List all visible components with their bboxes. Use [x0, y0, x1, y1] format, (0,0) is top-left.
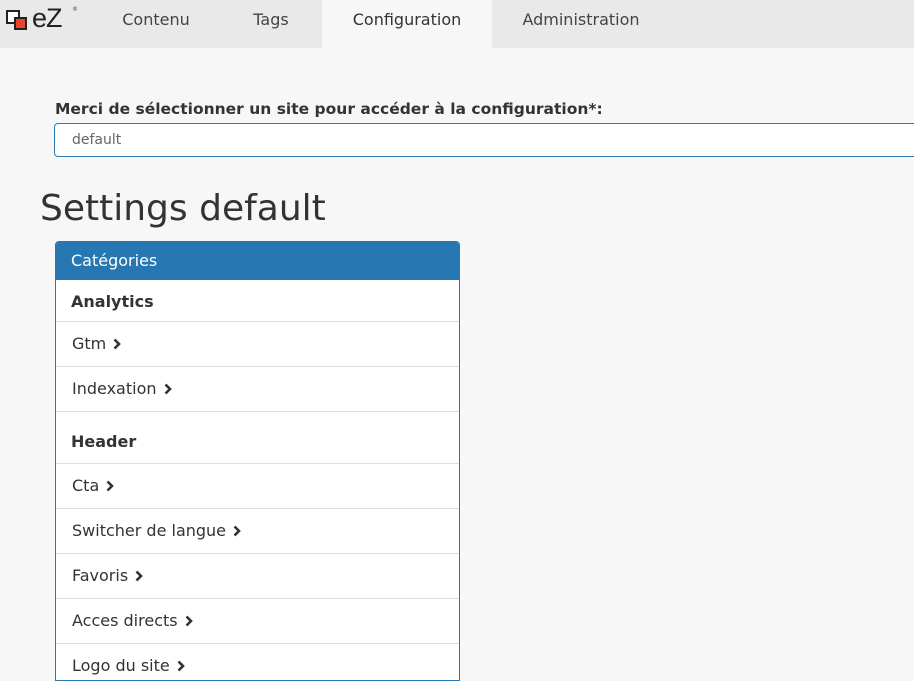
category-item-label: Favoris: [72, 566, 129, 585]
category-item-switcher-de-langue[interactable]: Switcher de langue: [56, 508, 459, 553]
chevron-right-icon: [106, 480, 115, 492]
group-divider: [56, 411, 459, 421]
logo-square-red: [14, 17, 27, 30]
chevron-right-icon: [177, 660, 185, 672]
chevron-right-icon: [113, 338, 122, 350]
category-item-indexation[interactable]: Indexation: [56, 366, 459, 411]
chevron-right-icon: [135, 570, 143, 582]
category-item-acces-directs[interactable]: Acces directs: [56, 598, 459, 643]
tab-configuration[interactable]: Configuration: [322, 0, 492, 48]
chevron-right-icon: [233, 525, 241, 537]
group-title-analytics: Analytics: [71, 292, 154, 311]
tab-tags[interactable]: Tags: [228, 0, 314, 48]
category-item-logo-du-site[interactable]: Logo du site: [56, 643, 459, 680]
category-item-label: Cta: [72, 476, 100, 495]
category-item-label: Switcher de langue: [72, 521, 227, 540]
group-title-header: Header: [71, 432, 137, 451]
category-item-label: Acces directs: [72, 611, 178, 630]
logo-text: eZ: [32, 3, 62, 33]
category-item-label: Indexation: [72, 379, 157, 398]
page-title: Settings default: [40, 188, 326, 229]
ez-logo[interactable]: eZ ®: [4, 3, 78, 36]
logo-registered-mark: ®: [72, 6, 78, 13]
category-item-cta[interactable]: Cta: [56, 463, 459, 508]
tab-administration[interactable]: Administration: [506, 0, 656, 48]
chevron-right-icon: [185, 615, 193, 627]
site-selector-label: Merci de sélectionner un site pour accéd…: [55, 100, 603, 118]
chevron-right-icon: [164, 383, 172, 395]
tab-contenu[interactable]: Contenu: [106, 0, 206, 48]
categories-panel-header: Catégories: [56, 242, 459, 280]
top-navigation: eZ ® Contenu Tags Configuration Administ…: [0, 0, 914, 48]
category-item-label: Gtm: [72, 334, 107, 353]
categories-panel: Catégories Analytics Gtm Indexation Head…: [55, 241, 460, 681]
site-select[interactable]: default: [54, 123, 914, 157]
category-item-favoris[interactable]: Favoris: [56, 553, 459, 598]
category-item-gtm[interactable]: Gtm: [56, 321, 459, 366]
